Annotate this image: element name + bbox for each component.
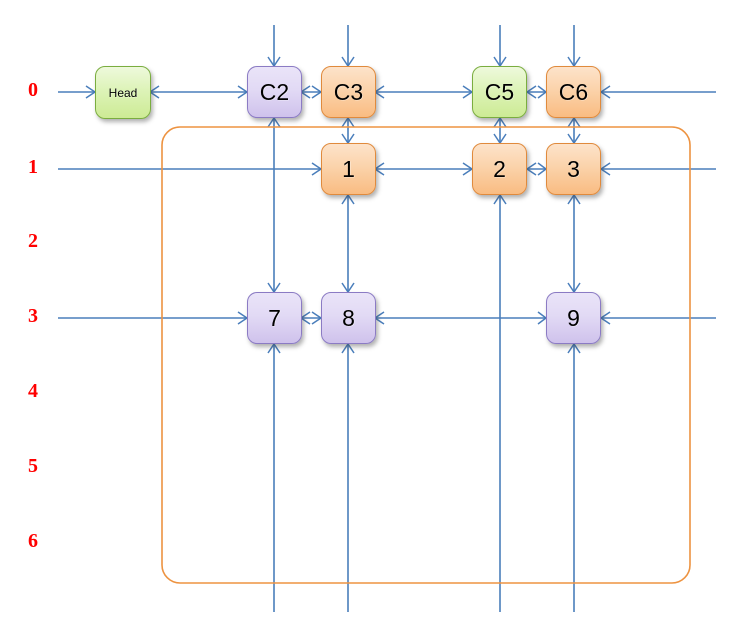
region-boundary [161,126,691,584]
diagram-canvas: .w { stroke:#4a7ebb; stroke-width:1.6; f… [0,0,744,638]
node-c2-label: C2 [259,78,290,105]
node-9-label: 9 [567,304,580,331]
row-label-6: 6 [28,530,38,552]
node-c3[interactable]: C3 [321,66,376,118]
node-c5-label: C5 [484,78,515,105]
node-8-label: 8 [342,304,355,331]
node-head[interactable]: Head [95,66,151,119]
node-c2[interactable]: C2 [247,66,302,118]
node-7[interactable]: 7 [247,292,302,344]
node-1[interactable]: 1 [321,143,376,195]
node-c3-label: C3 [333,78,364,105]
node-2-label: 2 [493,155,506,182]
node-1-label: 1 [342,155,355,182]
row-label-1: 1 [28,156,38,178]
node-7-label: 7 [268,304,281,331]
node-head-label: Head [108,85,138,100]
row-label-0: 0 [28,79,38,101]
node-8[interactable]: 8 [321,292,376,344]
row-label-4: 4 [28,380,38,402]
node-2[interactable]: 2 [472,143,527,195]
row-label-3: 3 [28,305,38,327]
node-c6[interactable]: C6 [546,66,601,118]
row-label-5: 5 [28,455,38,477]
node-3-label: 3 [567,155,580,182]
node-c6-label: C6 [558,78,589,105]
node-c5[interactable]: C5 [472,66,527,118]
row-label-2: 2 [28,230,38,252]
node-9[interactable]: 9 [546,292,601,344]
node-3[interactable]: 3 [546,143,601,195]
